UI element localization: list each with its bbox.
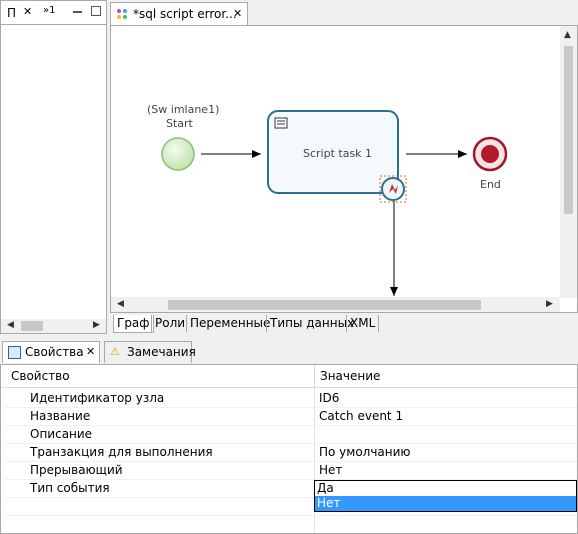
start-event [161,137,195,171]
scroll-left-icon[interactable]: ◀ [7,320,14,330]
dropdown-option-selected[interactable]: Нет [315,496,576,511]
tab-problems[interactable]: ⚠ Замечания [104,341,196,363]
start-lane-label: (Sw imlane1) [147,103,220,116]
tab-problems-label: Замечания [127,345,196,359]
table-row[interactable]: Описание [5,425,577,444]
table-row[interactable]: Идентификатор узла ID6 [5,389,577,408]
diagram-svg [161,110,508,296]
row-property: Название [30,409,91,423]
table-header: Свойство Значение [1,365,577,388]
diagram-vscrollbar[interactable]: ▲ [560,26,577,298]
table-row[interactable]: Транзакция для выполнения По умолчанию [5,443,577,462]
row-property: Тип события [30,481,110,495]
table-row[interactable]: Название Catch event 1 [5,407,577,426]
row-value: Catch event 1 [319,409,404,423]
dropdown-option[interactable]: Да [315,481,576,496]
tab-roles[interactable]: Роли [151,315,188,332]
scroll-up-icon[interactable]: ▲ [564,30,571,40]
left-tab-2[interactable]: »1 [43,5,55,16]
task-label: Script task 1 [303,147,373,160]
row-property: Описание [30,427,93,441]
dropdown-option-label: Да [317,481,334,495]
end-label: End [480,178,501,191]
event-type-dropdown[interactable]: Да Нет [314,480,577,512]
close-icon[interactable]: ✕ [86,345,95,358]
header-value[interactable]: Значение [320,367,380,385]
left-tab-1[interactable]: П [7,6,16,20]
process-icon [116,8,128,20]
tab-data-types[interactable]: Типы данных [266,315,357,332]
scroll-thumb[interactable] [168,300,481,310]
scroll-left-icon[interactable]: ◀ [117,299,124,309]
properties-table: Свойство Значение Идентификатор узла ID6… [0,364,578,534]
row-value: По умолчанию [319,445,411,459]
table-row[interactable]: Прерывающий Нет [5,461,577,480]
maximize-icon[interactable] [91,6,101,16]
scroll-thumb[interactable] [564,46,573,214]
warning-icon: ⚠ [110,345,120,358]
left-view-body: ◀ ▶ [0,24,107,334]
tab-properties-label: Свойства [25,345,84,359]
scroll-thumb[interactable] [21,321,43,331]
diagram-canvas[interactable]: (Sw imlane1) Start Script task 1 End ▲ ◀… [110,25,578,313]
header-property[interactable]: Свойство [11,367,70,385]
editor-tabbar: *sql script error... ✕ [110,0,578,26]
scroll-right-icon[interactable]: ▶ [546,299,553,309]
row-property: Прерывающий [30,463,123,477]
editor-tab-label: *sql script error... [133,7,237,21]
left-hscrollbar[interactable]: ◀ ▶ [1,319,106,333]
tab-variables[interactable]: Переменные [186,315,273,332]
tab-graph[interactable]: Граф [113,315,154,333]
row-property: Идентификатор узла [30,391,165,405]
row-property: Транзакция для выполнения [30,445,213,459]
close-icon[interactable]: ✕ [23,5,32,18]
row-value: ID6 [319,391,340,405]
diagram-hscrollbar[interactable]: ◀ ▶ [111,297,560,312]
left-view-tabbar: П ✕ »1 [0,0,107,25]
start-label: Start [166,117,193,130]
minimize-icon[interactable] [73,11,82,13]
header-divider[interactable] [314,365,315,387]
tab-xml[interactable]: XML [346,315,380,332]
row-value: Нет [319,463,343,477]
close-icon[interactable]: ✕ [233,7,242,20]
properties-icon [8,346,21,359]
scroll-right-icon[interactable]: ▶ [93,320,100,330]
editor-tab[interactable]: *sql script error... ✕ [110,2,248,26]
properties-tabbar: Свойства ✕ ⚠ Замечания [0,340,578,364]
tab-properties[interactable]: Свойства ✕ [2,341,100,363]
dropdown-option-label: Нет [317,496,341,510]
script-icon [274,117,288,129]
